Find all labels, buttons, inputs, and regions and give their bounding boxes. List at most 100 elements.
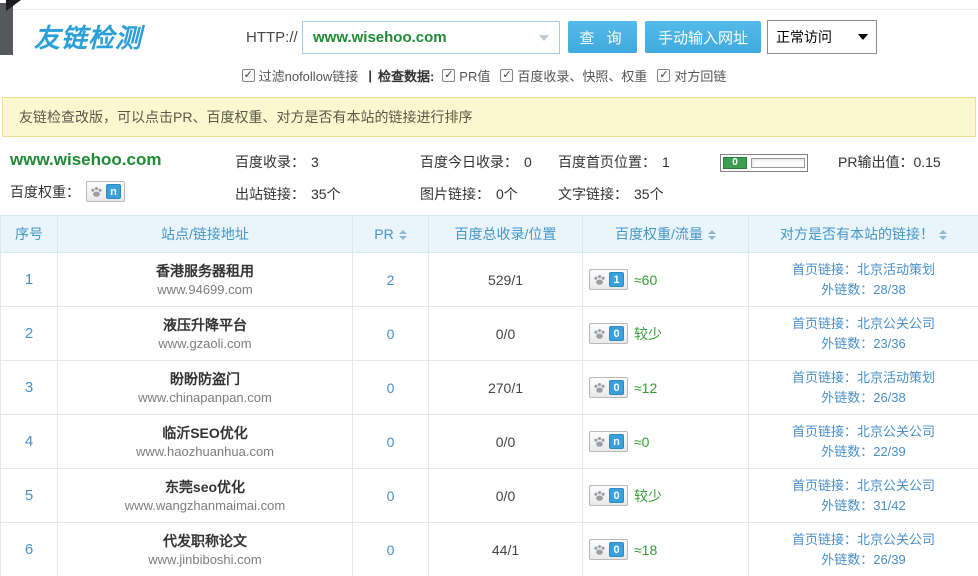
pr-value-link[interactable]: 0 [353,307,429,361]
pr-value-link[interactable]: 0 [353,361,429,415]
backlink-cell: 首页链接：北京公关公司外链数：31/42 [749,469,978,523]
site-url: www.haozhuanhua.com [58,443,352,461]
baidu-option-label: 百度收录、快照、权重 [517,69,647,84]
header-index: 序号 [1,216,58,253]
notice-banner: 友链检查改版，可以点击PR、百度权重、对方是否有本站的链接进行排序 [2,97,976,137]
baidu-weight-label: 百度权重： [10,182,80,202]
weight-traffic-cell: 0≈18 [583,523,749,576]
outlinks-count[interactable]: 外链数：28/38 [749,280,978,300]
home-link[interactable]: 首页链接：北京公关公司 [749,314,978,334]
check-data-label: 检查数据: [378,69,434,84]
backlink-option-label: 对方回链 [674,69,726,84]
top-divider [0,9,978,10]
paw-icon [593,273,606,286]
pr-value-link[interactable]: 0 [353,415,429,469]
traffic-estimate: ≈18 [634,542,657,558]
baidu-weight-badge: 0 [589,323,628,344]
site-name: 临沂SEO优化 [58,423,352,443]
baidu-weight-badge: 0 [589,377,628,398]
sort-arrows-icon[interactable] [708,230,716,240]
table-row: 2 液压升降平台www.gzaoli.com 0 0/0 0较少 首页链接：北京… [1,307,978,361]
weight-traffic-cell: n ≈0 [583,415,749,469]
summary-baidu-weight: 百度权重： n [10,181,125,202]
outlinks-count[interactable]: 外链数：22/39 [749,442,978,462]
baidu-weight-badge: 0 [589,485,628,506]
weight-value: 1 [609,272,624,287]
site-cell: 东莞seo优化www.wangzhanmaimai.com [58,469,353,523]
stat-baidu-included: 百度收录：3 [235,152,319,172]
header-backlink[interactable]: 对方是否有本站的链接！ [749,216,978,253]
home-link[interactable]: 首页链接：北京活动策划 [749,260,978,280]
checkbox-baidu[interactable] [500,69,513,82]
traffic-estimate: 较少 [634,326,662,342]
row-index: 6 [1,523,58,576]
home-link[interactable]: 首页链接：北京公关公司 [749,422,978,442]
traffic-estimate: ≈0 [634,434,649,450]
row-index: 2 [1,307,58,361]
table-row: 4 临沂SEO优化www.haozhuanhua.com 0 0/0 n ≈0 首… [1,415,978,469]
access-mode-value: 正常访问 [776,27,858,47]
site-url: www.jinbiboshi.com [58,551,352,569]
outlinks-count[interactable]: 外链数：26/38 [749,388,978,408]
access-mode-select[interactable]: 正常访问 [767,20,877,54]
header-weight[interactable]: 百度权重/流量 [583,216,749,253]
weight-value: n [609,434,624,449]
checkbox-pr[interactable] [442,69,455,82]
baidu-weight-badge: n [589,431,628,452]
query-button[interactable]: 查 询 [568,21,637,53]
traffic-estimate: 较少 [634,488,662,504]
pr-output-label: PR输出值： [838,154,913,170]
weight-value: 0 [609,326,624,341]
outlinks-count[interactable]: 外链数：26/39 [749,550,978,570]
sort-arrows-icon[interactable] [399,230,407,240]
filter-nofollow-label: 过滤nofollow链接 [259,69,359,84]
select-arrow-icon [858,34,868,40]
paw-icon [593,543,606,556]
baidu-weight-badge: 1 [589,269,628,290]
row-index: 1 [1,253,58,307]
pr-value-link[interactable]: 0 [353,469,429,523]
pr-value-link[interactable]: 2 [353,253,429,307]
included-position: 0/0 [429,415,583,469]
backlink-cell: 首页链接：北京活动策划外链数：28/38 [749,253,978,307]
url-dropdown-caret-icon[interactable] [539,35,549,41]
checkbox-filter-nofollow[interactable] [242,69,255,82]
home-link[interactable]: 首页链接：北京公关公司 [749,476,978,496]
pr-value-link[interactable]: 0 [353,523,429,576]
weight-value: 0 [609,488,624,503]
paw-icon [593,381,606,394]
outlinks-count[interactable]: 外链数：31/42 [749,496,978,516]
summary-domain: www.wisehoo.com [10,150,161,170]
site-url: www.chinapanpan.com [58,389,352,407]
stat-text-links: 文字链接：35个 [558,184,664,204]
traffic-estimate: ≈60 [634,272,657,288]
checkbox-backlink[interactable] [657,69,670,82]
home-link[interactable]: 首页链接：北京活动策划 [749,368,978,388]
table-header-row: 序号 站点/链接地址 PR 百度总收录/位置 百度权重/流量 对方是否有本站的链… [1,216,978,253]
table-row: 1 香港服务器租用www.94699.com 2 529/1 1≈60 首页链接… [1,253,978,307]
url-value: www.wisehoo.com [313,29,539,46]
stat-outbound-links: 出站链接：35个 [235,184,341,204]
options-row: 过滤nofollow链接|检查数据:PR值百度收录、快照、权重对方回链 [0,66,978,85]
sort-arrows-icon[interactable] [939,230,947,240]
table-row: 6 代发职称论文www.jinbiboshi.com 0 44/1 0≈18 首… [1,523,978,576]
row-index: 4 [1,415,58,469]
page: 友链检测 HTTP:// www.wisehoo.com 查 询 手动输入网址 … [0,0,978,576]
included-position: 0/0 [429,307,583,361]
included-position: 270/1 [429,361,583,415]
paw-icon [90,185,103,198]
header-pr[interactable]: PR [353,216,429,253]
site-cell: 香港服务器租用www.94699.com [58,253,353,307]
stat-baidu-home-pos: 百度首页位置：1 [558,152,670,172]
site-url: www.94699.com [58,281,352,299]
options-separator: | [368,68,372,83]
url-input[interactable]: www.wisehoo.com [302,21,560,54]
weight-value: 0 [609,380,624,395]
site-cell: 临沂SEO优化www.haozhuanhua.com [58,415,353,469]
links-table: 序号 站点/链接地址 PR 百度总收录/位置 百度权重/流量 对方是否有本站的链… [0,215,978,576]
manual-input-button[interactable]: 手动输入网址 [645,21,761,53]
home-link[interactable]: 首页链接：北京公关公司 [749,530,978,550]
pr-bar-widget: 0 [720,154,808,172]
outlinks-count[interactable]: 外链数：23/36 [749,334,978,354]
weight-traffic-cell: 1 ≈60 [583,253,749,307]
